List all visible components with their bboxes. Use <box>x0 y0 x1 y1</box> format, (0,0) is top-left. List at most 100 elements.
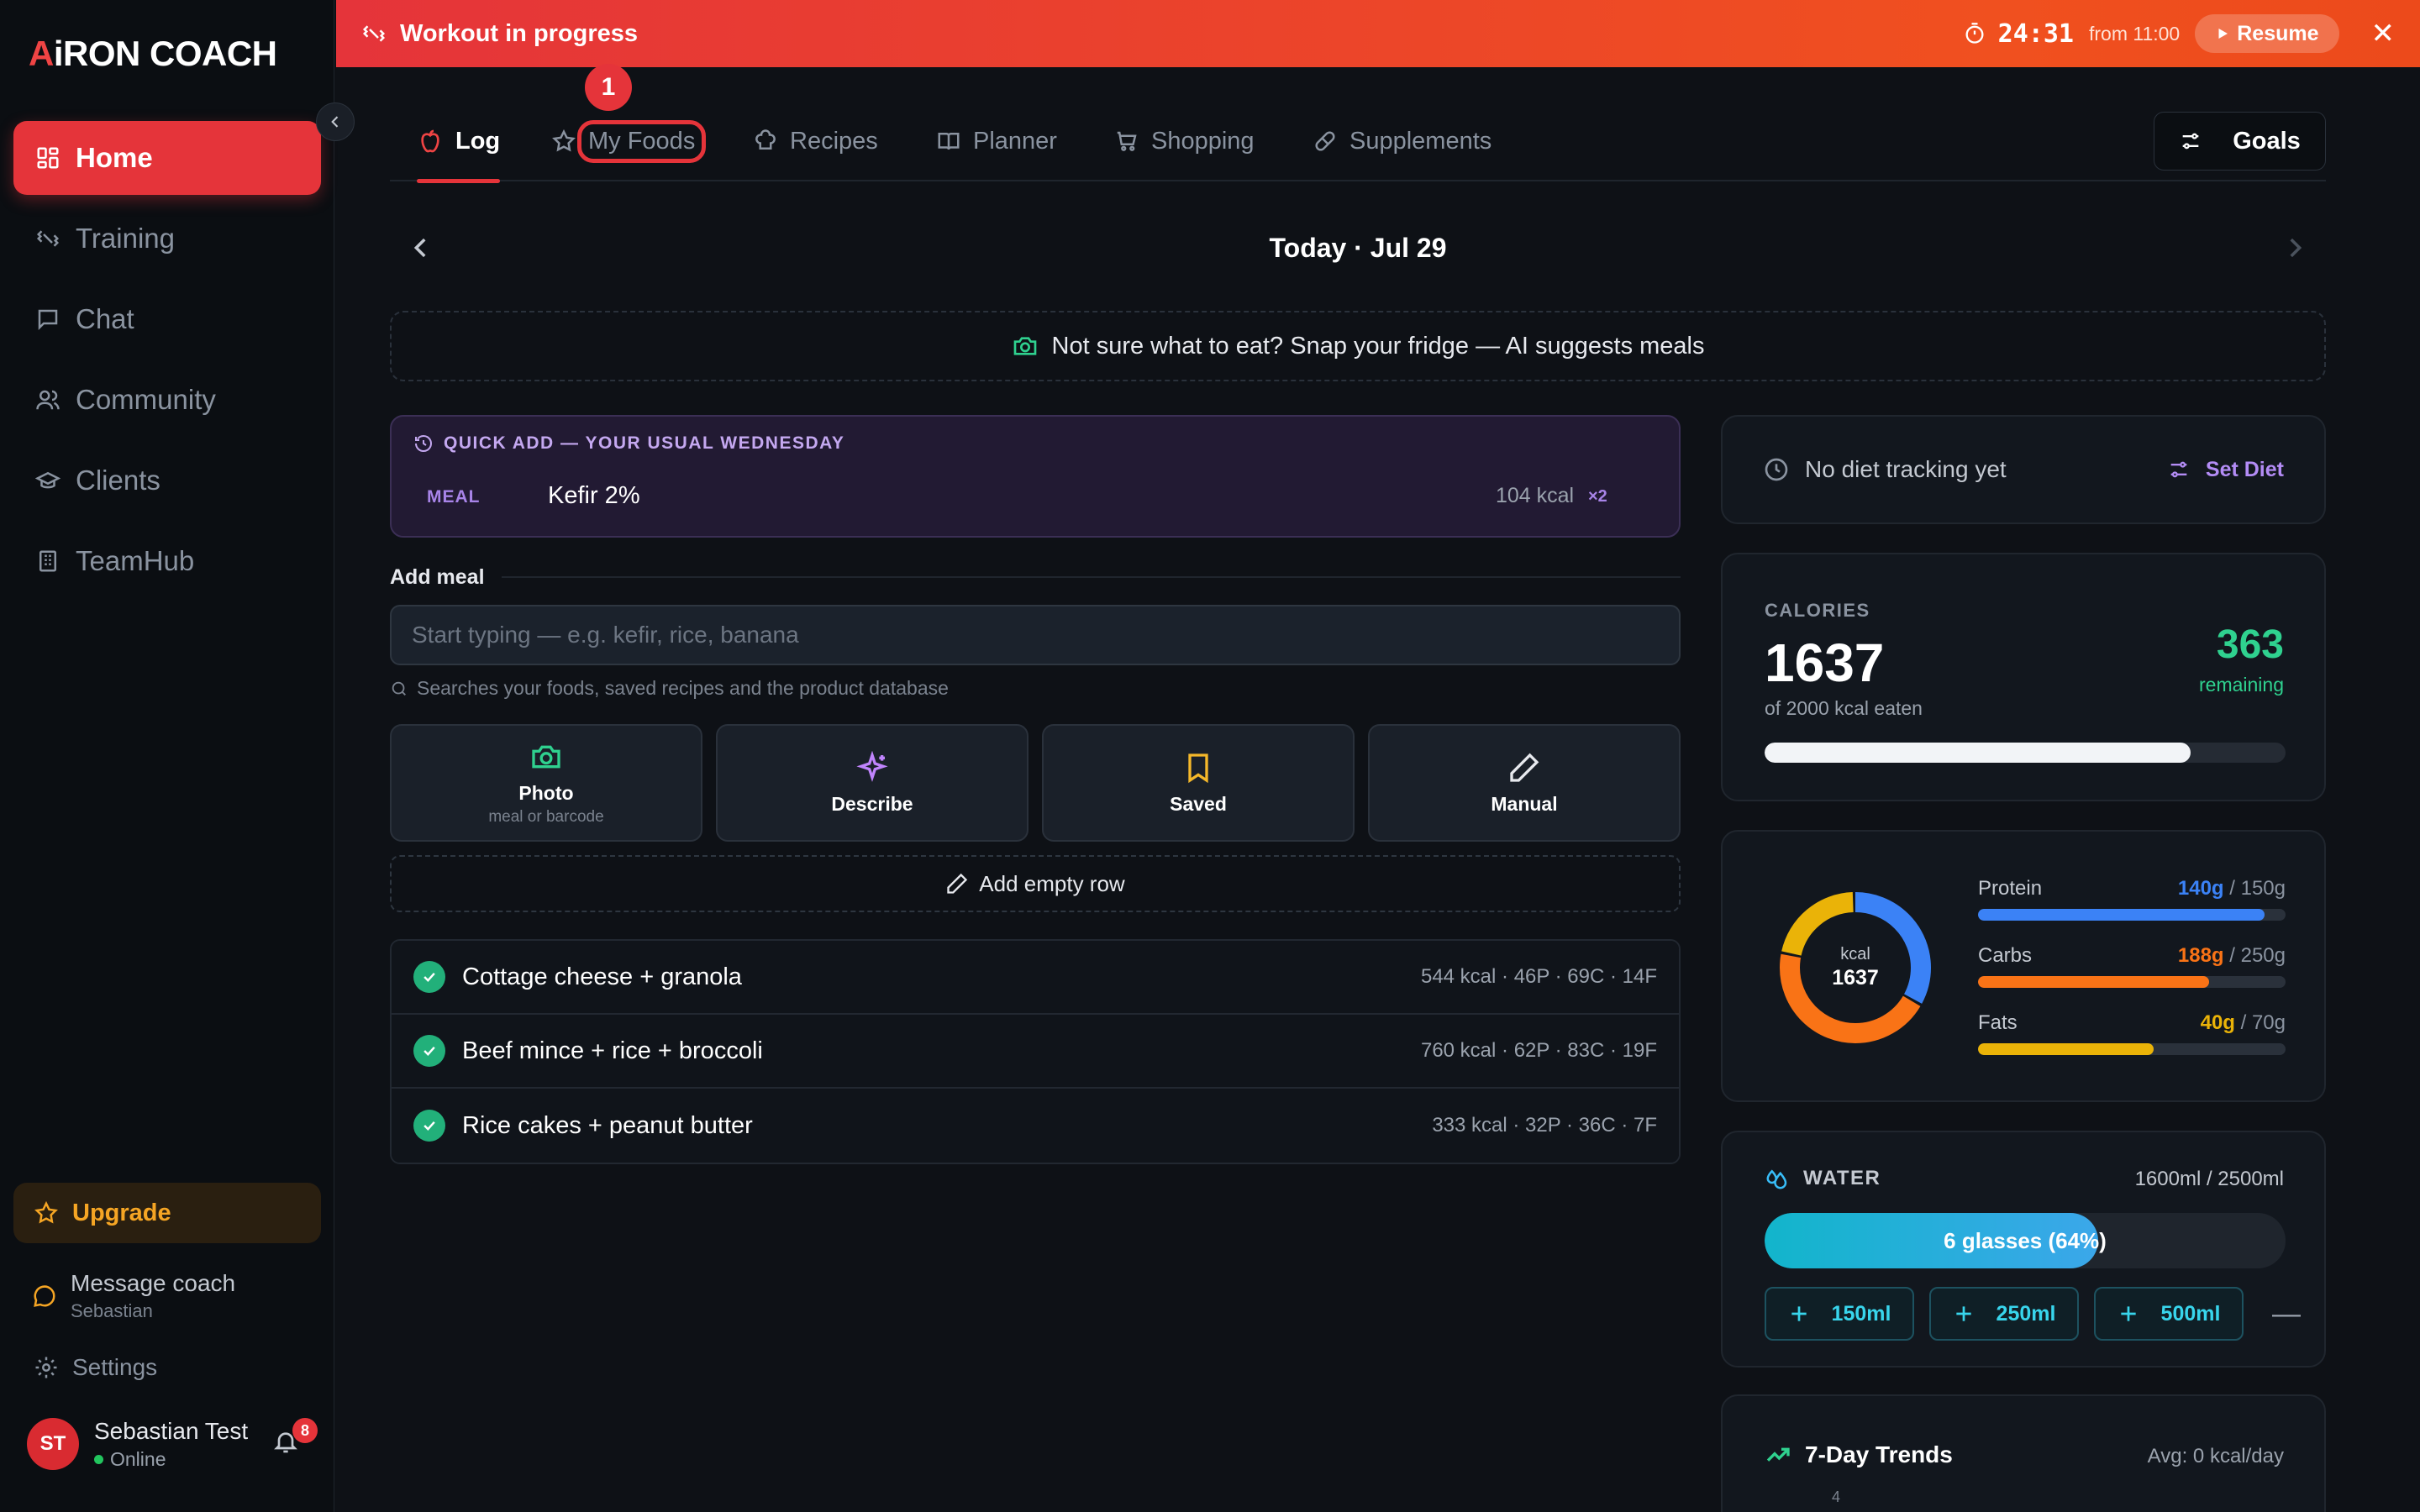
app-logo[interactable]: AiRON COACH <box>29 34 277 74</box>
sidebar-item-label: Clients <box>76 465 160 496</box>
user-profile[interactable]: ST Sebastian Test Online 8 <box>13 1406 321 1482</box>
chevron-left-icon <box>331 116 339 128</box>
tab-supplements[interactable]: Supplements <box>1313 101 1491 181</box>
food-search-input[interactable] <box>390 605 1681 665</box>
sidebar-item-chat[interactable]: Chat <box>13 282 321 356</box>
sidebar-item-training[interactable]: Training <box>13 202 321 276</box>
resume-label: Resume <box>2237 21 2319 45</box>
donut-center: kcal 1637 <box>1778 890 1933 1045</box>
meal-name: Rice cakes + peanut butter <box>462 1111 753 1139</box>
set-diet-button[interactable]: Set Diet <box>2167 458 2284 482</box>
nutrition-tabs: Log My Foods Recipes Planner Shopping Su… <box>390 101 2326 183</box>
sidebar-item-label: TeamHub <box>76 545 195 576</box>
dumbbell-icon <box>362 25 386 42</box>
quick-add-kcal: 104 kcal <box>1496 484 1575 507</box>
workout-start-time: from 11:00 <box>2088 22 2181 45</box>
cart-icon <box>1117 131 1137 151</box>
add-150ml-button[interactable]: 150ml <box>1765 1287 1914 1341</box>
water-header: WATER <box>1765 1166 1881 1191</box>
message-coach-button[interactable]: Message coach Sebastian <box>13 1258 321 1334</box>
add-meal-heading: Add meal <box>390 564 1681 590</box>
list-item[interactable]: Beef mince + rice + broccoli 760 kcal · … <box>392 1015 1679 1089</box>
add-500ml-button[interactable]: 500ml <box>2094 1287 2244 1341</box>
tab-shopping[interactable]: Shopping <box>1114 101 1255 181</box>
tab-recipes[interactable]: Recipes <box>753 101 878 181</box>
trending-up-icon <box>1766 1447 1790 1462</box>
chevron-right-icon[interactable] <box>2281 234 2309 262</box>
upgrade-button[interactable]: Upgrade <box>13 1183 321 1243</box>
check-icon <box>413 1110 445 1142</box>
collapse-sidebar-button[interactable] <box>316 102 355 141</box>
tab-label: Shopping <box>1151 127 1255 155</box>
upgrade-label: Upgrade <box>72 1199 171 1226</box>
calories-goal: of 2000 kcal eaten <box>1765 697 1923 719</box>
tab-label: Supplements <box>1349 127 1492 155</box>
calories-progress-fill <box>1765 743 2191 763</box>
notifications-button[interactable]: 8 <box>272 1418 318 1459</box>
banner-title: Workout in progress <box>400 19 639 47</box>
meal-tag: MEAL <box>427 487 481 507</box>
sidebar-item-community[interactable]: Community <box>13 363 321 437</box>
dumbbell-icon <box>36 230 60 247</box>
close-banner-button[interactable]: ✕ <box>2371 17 2396 50</box>
protein-progress-fill <box>1978 909 2265 921</box>
grid-icon <box>37 147 59 169</box>
meal-list: Cottage cheese + granola 544 kcal · 46P … <box>390 939 1681 1164</box>
meal-macros: 760 kcal · 62P · 83C · 19F <box>1420 1039 1657 1062</box>
camera-icon <box>532 745 560 768</box>
building-icon <box>39 550 56 572</box>
sidebar-nav: Home Training Chat Community Clients Tea… <box>13 121 321 605</box>
resume-button[interactable]: Resume <box>2195 14 2339 53</box>
macro-fats: Fats 40g / 70g <box>1978 1011 2286 1079</box>
goals-button[interactable]: Goals <box>2154 112 2326 171</box>
sidebar-item-clients[interactable]: Clients <box>13 444 321 517</box>
graduation-cap-icon <box>35 471 60 489</box>
carbs-progress-fill <box>1978 976 2210 988</box>
trends-header: 7-Day Trends <box>1765 1441 1953 1468</box>
check-icon <box>413 961 445 993</box>
trends-axis-tick: 4 <box>1832 1488 1841 1505</box>
camera-icon <box>1013 337 1036 355</box>
describe-button[interactable]: Describe <box>716 724 1028 842</box>
current-date: Today · Jul 29 <box>1269 232 1447 263</box>
donut-value: 1637 <box>1832 966 1879 990</box>
quick-add-header: QUICK ADD — YOUR USUAL WEDNESDAY <box>413 433 844 454</box>
sidebar-item-label: Community <box>76 384 216 415</box>
manual-button[interactable]: Manual <box>1368 724 1681 842</box>
quick-add-card[interactable]: QUICK ADD — YOUR USUAL WEDNESDAY MEAL Ke… <box>390 415 1681 538</box>
workout-banner[interactable]: Workout in progress 24:31 from 11:00 Res… <box>336 0 2420 67</box>
fats-progress-fill <box>1978 1043 2154 1055</box>
photo-button[interactable]: Photo meal or barcode <box>390 724 702 842</box>
sidebar: AiRON COACH Home Training Chat Community… <box>0 0 334 1512</box>
tab-my-foods[interactable]: My Foods <box>551 101 707 181</box>
add-250ml-button[interactable]: 250ml <box>1929 1287 2079 1341</box>
trends-card: 7-Day Trends Avg: 0 kcal/day 4 <box>1721 1394 2326 1512</box>
manual-label: Manual <box>1491 792 1558 815</box>
pill-icon <box>1315 131 1335 151</box>
list-item[interactable]: Cottage cheese + granola 544 kcal · 46P … <box>392 941 1679 1015</box>
saved-button[interactable]: Saved <box>1042 724 1355 842</box>
add-empty-row-button[interactable]: Add empty row <box>390 855 1681 912</box>
tab-planner[interactable]: Planner <box>936 101 1057 181</box>
calories-card: CALORIES 1637 of 2000 kcal eaten 363 rem… <box>1721 553 2326 801</box>
remove-water-button[interactable]: — <box>2272 1298 2301 1331</box>
calories-remaining-label: remaining <box>2199 674 2284 696</box>
star-icon <box>34 1200 58 1224</box>
sidebar-item-teamhub[interactable]: TeamHub <box>13 524 321 598</box>
quick-add-multiplier: ×2 <box>1588 487 1607 506</box>
chevron-left-icon[interactable] <box>407 234 435 262</box>
donut-label: kcal <box>1840 945 1870 963</box>
sidebar-item-label: Chat <box>76 303 134 334</box>
settings-button[interactable]: Settings <box>13 1334 321 1401</box>
book-icon <box>938 133 960 150</box>
list-item[interactable]: Rice cakes + peanut butter 333 kcal · 32… <box>392 1089 1679 1163</box>
apple-icon <box>421 129 439 153</box>
tab-log[interactable]: Log <box>417 101 501 183</box>
trends-average: Avg: 0 kcal/day <box>2147 1445 2284 1467</box>
search-hint: Searches your foods, saved recipes and t… <box>390 677 949 700</box>
coach-name: Sebastian <box>71 1300 153 1321</box>
sidebar-item-home[interactable]: Home <box>13 121 321 195</box>
meal-macros: 333 kcal · 32P · 36C · 7F <box>1432 1114 1657 1137</box>
users-icon <box>36 390 60 410</box>
snap-fridge-banner[interactable]: Not sure what to eat? Snap your fridge —… <box>390 311 2326 381</box>
